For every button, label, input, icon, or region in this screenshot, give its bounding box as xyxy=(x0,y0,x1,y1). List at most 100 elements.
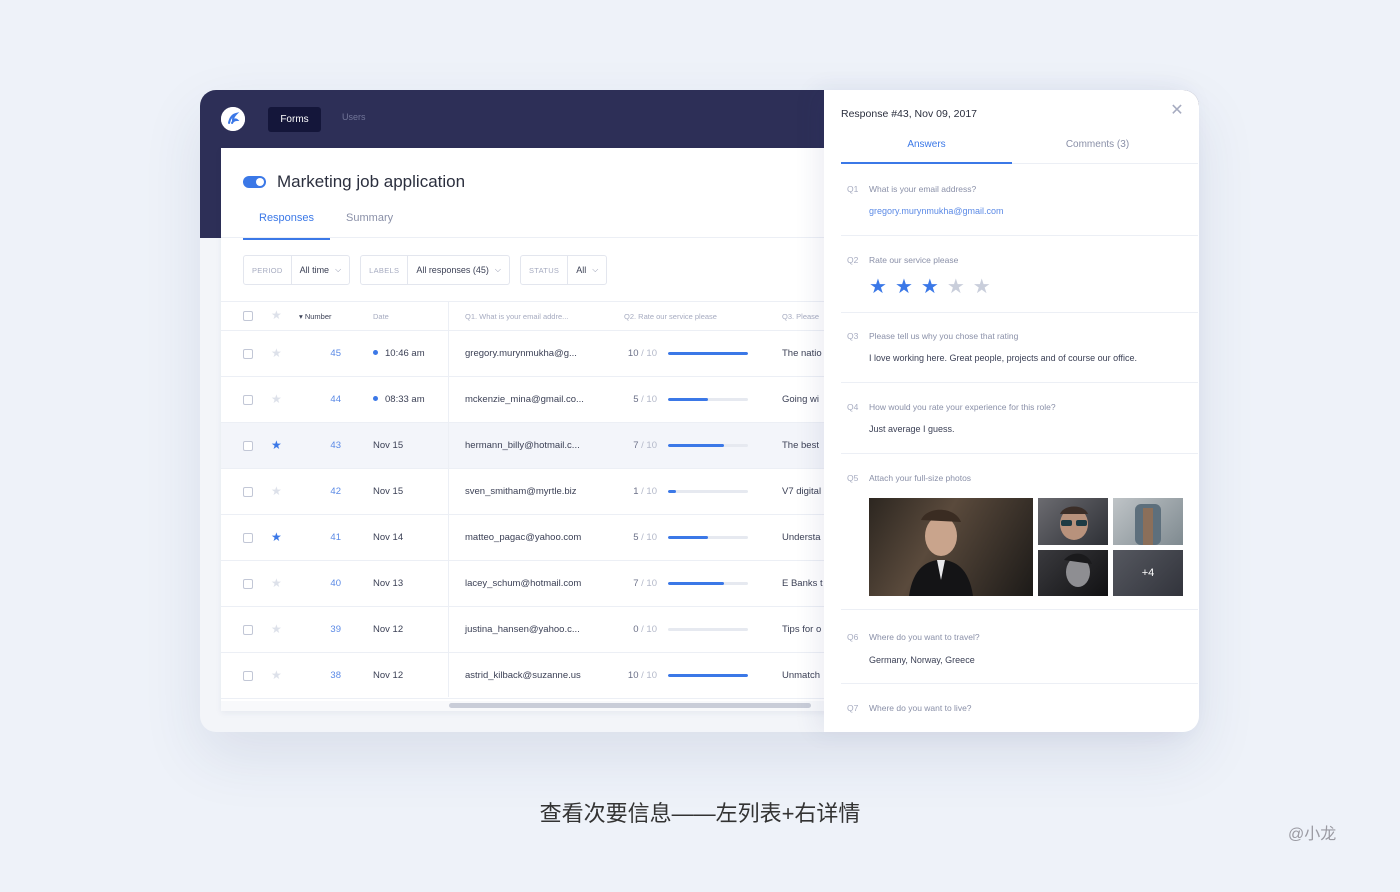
response-email: astrid_kilback@suzanne.us xyxy=(465,670,581,681)
rating-bar-fill xyxy=(668,444,724,447)
response-title: Response #43, Nov 09, 2017 xyxy=(841,108,978,120)
column-q1[interactable]: Q1. What is your email addre... xyxy=(465,312,568,321)
rating-bar xyxy=(668,582,748,585)
response-number[interactable]: 45 xyxy=(311,348,341,359)
column-q3[interactable]: Q3. Please xyxy=(782,312,819,321)
star-icon[interactable]: ★ xyxy=(271,669,282,681)
rating-score: 7 / 10 xyxy=(617,440,657,451)
new-indicator-dot xyxy=(373,349,378,355)
star-filled-icon: ★ xyxy=(920,276,939,298)
response-number[interactable]: 38 xyxy=(311,670,341,681)
nav-tab-users[interactable]: Users xyxy=(342,112,366,122)
app-logo-icon[interactable] xyxy=(221,107,245,131)
watermark: @小龙 xyxy=(1288,826,1337,843)
score-max: / 10 xyxy=(641,486,657,497)
response-q3: The best xyxy=(782,440,819,451)
column-q2[interactable]: Q2. Rate our service please xyxy=(624,312,717,321)
question-q3: Q3 Please tell us why you chose that rat… xyxy=(841,331,1198,383)
score-max: / 10 xyxy=(641,624,657,635)
star-icon[interactable]: ★ xyxy=(271,485,282,497)
more-photos-count: +4 xyxy=(1113,550,1183,596)
question-text: Please tell us why you chose that rating xyxy=(869,331,1019,341)
question-q4: Q4 How would you rate your experience fo… xyxy=(841,402,1198,454)
question-text: Where do you want to travel? xyxy=(869,632,980,642)
response-q3: The natio xyxy=(782,348,822,359)
rating-bar-fill xyxy=(668,536,708,539)
date-text: Nov 13 xyxy=(373,578,404,589)
rating-bar xyxy=(668,352,748,355)
rating-score: 5 / 10 xyxy=(617,394,657,405)
date-text: 10:46 am xyxy=(385,348,425,359)
response-email: mckenzie_mina@gmail.co... xyxy=(465,394,584,405)
filter-value: All responses (45) xyxy=(416,265,489,275)
close-icon[interactable]: ✕ xyxy=(1170,103,1184,119)
rating-stars: ★ ★ ★ ★ ★ xyxy=(869,277,991,297)
labels-filter[interactable]: LABELS All responses (45) ⌵ xyxy=(360,255,510,285)
tab-comments[interactable]: Comments (3) xyxy=(1012,139,1183,150)
star-icon[interactable]: ★ xyxy=(271,531,282,543)
response-number[interactable]: 40 xyxy=(311,578,341,589)
chevron-down-icon: ⌵ xyxy=(592,265,599,274)
status-filter[interactable]: STATUS All ⌵ xyxy=(519,255,608,285)
star-empty-icon: ★ xyxy=(946,276,965,298)
row-checkbox[interactable] xyxy=(243,533,253,543)
filter-label: PERIOD xyxy=(244,256,292,284)
row-checkbox[interactable] xyxy=(243,441,253,451)
row-checkbox[interactable] xyxy=(243,395,253,405)
question-label: Q5 xyxy=(847,473,859,483)
row-checkbox[interactable] xyxy=(243,349,253,359)
row-checkbox[interactable] xyxy=(243,579,253,589)
date-text: Nov 15 xyxy=(373,486,404,497)
response-number[interactable]: 43 xyxy=(311,440,341,451)
filter-bar: PERIOD All time ⌵ LABELS All responses (… xyxy=(243,255,608,285)
response-q3: Tips for o xyxy=(782,624,822,635)
response-email: matteo_pagac@yahoo.com xyxy=(465,532,582,543)
star-icon[interactable]: ★ xyxy=(271,577,282,589)
response-number[interactable]: 41 xyxy=(311,532,341,543)
photo-thumbnail-more[interactable]: +4 xyxy=(1113,550,1183,596)
star-empty-icon: ★ xyxy=(972,276,991,298)
tab-summary[interactable]: Summary xyxy=(330,212,409,238)
period-filter[interactable]: PERIOD All time ⌵ xyxy=(243,255,351,285)
row-checkbox[interactable] xyxy=(243,625,253,635)
question-q1: Q1 What is your email address? gregory.m… xyxy=(841,184,1198,236)
star-icon[interactable]: ★ xyxy=(271,623,282,635)
star-icon[interactable]: ★ xyxy=(271,347,282,359)
response-date: 08:33 am xyxy=(373,394,425,405)
tab-responses[interactable]: Responses xyxy=(243,212,331,240)
score-value: 1 xyxy=(633,486,639,497)
answer-email-link[interactable]: gregory.murynmukha@gmail.com xyxy=(869,206,1004,216)
question-label: Q2 xyxy=(847,255,859,265)
rating-score: 7 / 10 xyxy=(617,578,657,589)
question-label: Q3 xyxy=(847,331,859,341)
response-email: hermann_billy@hotmail.c... xyxy=(465,440,580,451)
star-icon[interactable]: ★ xyxy=(271,439,282,451)
active-tab-indicator xyxy=(841,162,1012,164)
star-icon[interactable]: ★ xyxy=(271,393,282,405)
rating-score: 5 / 10 xyxy=(617,532,657,543)
response-q3: V7 digital xyxy=(782,486,822,497)
response-number[interactable]: 42 xyxy=(311,486,341,497)
row-checkbox[interactable] xyxy=(243,487,253,497)
photo-thumbnail[interactable] xyxy=(1113,498,1183,545)
form-active-toggle[interactable] xyxy=(243,176,266,188)
row-checkbox[interactable] xyxy=(243,671,253,681)
response-date: 10:46 am xyxy=(373,348,425,359)
column-date[interactable]: Date xyxy=(373,312,389,321)
rating-bar xyxy=(668,674,748,677)
response-number[interactable]: 39 xyxy=(311,624,341,635)
rating-score: 10 / 10 xyxy=(617,670,657,681)
photo-thumbnail[interactable] xyxy=(1038,498,1108,545)
response-email: gregory.murynmukha@g... xyxy=(465,348,577,359)
photo-thumbnail[interactable] xyxy=(1038,550,1108,596)
photo-thumbnail[interactable] xyxy=(869,498,1033,596)
response-number[interactable]: 44 xyxy=(311,394,341,405)
filter-value: All xyxy=(576,265,587,275)
select-all-checkbox[interactable] xyxy=(243,311,253,321)
column-number[interactable]: ▾ Number xyxy=(299,312,332,321)
score-max: / 10 xyxy=(641,394,657,405)
nav-tab-forms[interactable]: Forms xyxy=(268,107,321,132)
tab-answers[interactable]: Answers xyxy=(841,139,1012,150)
question-text: Where do you want to live? xyxy=(869,703,972,713)
horizontal-scrollbar[interactable] xyxy=(449,703,811,708)
